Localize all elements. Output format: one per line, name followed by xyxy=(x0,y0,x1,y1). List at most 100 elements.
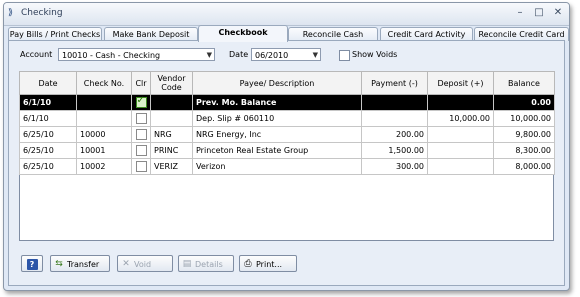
checkbook-panel: Account 10010 - Cash - Checking ▼ Date 0… xyxy=(8,40,565,286)
void-label: Void xyxy=(134,260,152,269)
cell-check-no xyxy=(76,110,132,127)
table-header-row: Date Check No. Clr Vendor Code Payee/ De… xyxy=(19,71,555,95)
cell-payee: NRG Energy, Inc xyxy=(192,126,362,143)
maximize-icon[interactable]: □ xyxy=(534,8,544,18)
cell-clr xyxy=(131,110,151,127)
details-button[interactable]: ▤ Details xyxy=(178,255,234,272)
details-label: Details xyxy=(195,260,223,269)
tab-pay-bills[interactable]: Pay Bills / Print Checks xyxy=(8,27,102,41)
show-voids-checkbox[interactable] xyxy=(339,50,350,61)
cell-vendor: NRG xyxy=(150,126,193,143)
cell-payee: Prev. Mo. Balance xyxy=(192,94,362,111)
title-bar: ⟫ Checking – □ ✕ xyxy=(4,3,569,26)
col-header-check-no[interactable]: Check No. xyxy=(76,71,132,95)
cell-payment xyxy=(361,94,428,111)
window-title: Checking xyxy=(21,8,63,18)
checkbook-table: Date Check No. Clr Vendor Code Payee/ De… xyxy=(19,71,555,175)
void-button[interactable]: ✕ Void xyxy=(117,255,173,272)
col-header-clr[interactable]: Clr xyxy=(131,71,151,95)
cell-deposit xyxy=(427,126,494,143)
cleared-checkbox[interactable] xyxy=(135,161,147,172)
cell-check-no: 10001 xyxy=(76,142,132,159)
tab-reconcile-credit-card[interactable]: Reconcile Credit Card xyxy=(474,27,569,41)
show-voids-label: Show Voids xyxy=(352,50,398,59)
cell-balance: 8,300.00 xyxy=(493,142,555,159)
cell-date: 6/25/10 xyxy=(19,158,77,175)
cell-balance: 0.00 xyxy=(493,94,555,111)
cell-payment xyxy=(361,110,428,127)
col-header-deposit[interactable]: Deposit (+) xyxy=(427,71,494,95)
col-header-payee[interactable]: Payee/ Description xyxy=(192,71,362,95)
cell-clr xyxy=(131,158,151,175)
cell-deposit: 10,000.00 xyxy=(427,110,494,127)
table-row[interactable]: 6/1/10 Dep. Slip # 060110 10,000.00 10,0… xyxy=(19,110,555,127)
void-icon: ✕ xyxy=(122,259,130,269)
tab-credit-card-activity[interactable]: Credit Card Activity xyxy=(380,27,473,41)
tab-make-bank-deposit[interactable]: Make Bank Deposit xyxy=(104,27,198,41)
cell-deposit xyxy=(427,142,494,159)
cell-payment: 200.00 xyxy=(361,126,428,143)
cell-check-no: 10000 xyxy=(76,126,132,143)
help-button[interactable]: ? xyxy=(21,255,43,272)
cell-clr xyxy=(131,142,151,159)
chevron-down-icon: ▼ xyxy=(312,51,318,59)
date-label: Date xyxy=(229,50,249,59)
cell-vendor xyxy=(150,94,193,111)
table-row[interactable]: 6/25/10 10002 VERIZ Verizon 300.00 8,000… xyxy=(19,158,555,175)
cell-deposit xyxy=(427,158,494,175)
cell-payee: Dep. Slip # 060110 xyxy=(192,110,362,127)
tab-reconcile-cash[interactable]: Reconcile Cash xyxy=(288,27,378,41)
cell-check-no: 10002 xyxy=(76,158,132,175)
cell-payee: Princeton Real Estate Group xyxy=(192,142,362,159)
tab-checkbook[interactable]: Checkbook xyxy=(198,25,288,42)
cell-check-no xyxy=(76,94,132,111)
cell-vendor xyxy=(150,110,193,127)
cell-date: 6/25/10 xyxy=(19,126,77,143)
checking-window: ⟫ Checking – □ ✕ Pay Bills / Print Check… xyxy=(3,2,570,291)
cell-vendor: PRINC xyxy=(150,142,193,159)
col-header-date[interactable]: Date xyxy=(19,71,77,95)
date-select[interactable]: 06/2010 ▼ xyxy=(251,48,321,61)
cleared-checkbox[interactable] xyxy=(135,96,147,108)
cell-balance: 8,000.00 xyxy=(493,158,555,175)
cell-date: 6/1/10 xyxy=(19,110,77,127)
cell-clr xyxy=(131,94,151,111)
details-icon: ▤ xyxy=(182,259,192,269)
printer-icon: ⎙ xyxy=(244,259,252,269)
col-header-balance[interactable]: Balance xyxy=(493,71,555,95)
help-icon: ? xyxy=(26,259,38,270)
print-button[interactable]: ⎙ Print... xyxy=(239,255,297,272)
account-label: Account xyxy=(20,50,53,59)
date-value: 06/2010 xyxy=(255,51,289,60)
account-value: 10010 - Cash - Checking xyxy=(62,51,161,60)
cell-payment: 300.00 xyxy=(361,158,428,175)
cell-balance: 9,800.00 xyxy=(493,126,555,143)
window-controls: – □ ✕ xyxy=(515,8,563,18)
col-header-vendor-code[interactable]: Vendor Code xyxy=(150,71,193,95)
transfer-button[interactable]: ⇆ Transfer xyxy=(50,255,110,272)
app-icon: ⟫ xyxy=(8,8,14,18)
cell-balance: 10,000.00 xyxy=(493,110,555,127)
cell-date: 6/1/10 xyxy=(19,94,77,111)
print-label: Print... xyxy=(256,260,283,269)
transfer-label: Transfer xyxy=(67,260,100,269)
table-row[interactable]: 6/25/10 10000 NRG NRG Energy, Inc 200.00… xyxy=(19,126,555,143)
table-row[interactable]: 6/1/10 Prev. Mo. Balance 0.00 xyxy=(19,94,555,111)
cleared-checkbox[interactable] xyxy=(135,113,147,124)
chevron-down-icon: ▼ xyxy=(206,51,212,59)
table-row[interactable]: 6/25/10 10001 PRINC Princeton Real Estat… xyxy=(19,142,555,159)
cell-date: 6/25/10 xyxy=(19,142,77,159)
cleared-checkbox[interactable] xyxy=(135,145,147,156)
cleared-checkbox[interactable] xyxy=(135,129,147,140)
minimize-icon[interactable]: – xyxy=(515,8,525,18)
cell-deposit xyxy=(427,94,494,111)
tab-bar: Pay Bills / Print Checks Make Bank Depos… xyxy=(8,25,569,42)
transfer-icon: ⇆ xyxy=(55,259,63,269)
cell-payee: Verizon xyxy=(192,158,362,175)
cell-clr xyxy=(131,126,151,143)
col-header-payment[interactable]: Payment (-) xyxy=(361,71,428,95)
cell-vendor: VERIZ xyxy=(150,158,193,175)
close-icon[interactable]: ✕ xyxy=(553,8,563,18)
cell-payment: 1,500.00 xyxy=(361,142,428,159)
account-select[interactable]: 10010 - Cash - Checking ▼ xyxy=(58,48,215,61)
